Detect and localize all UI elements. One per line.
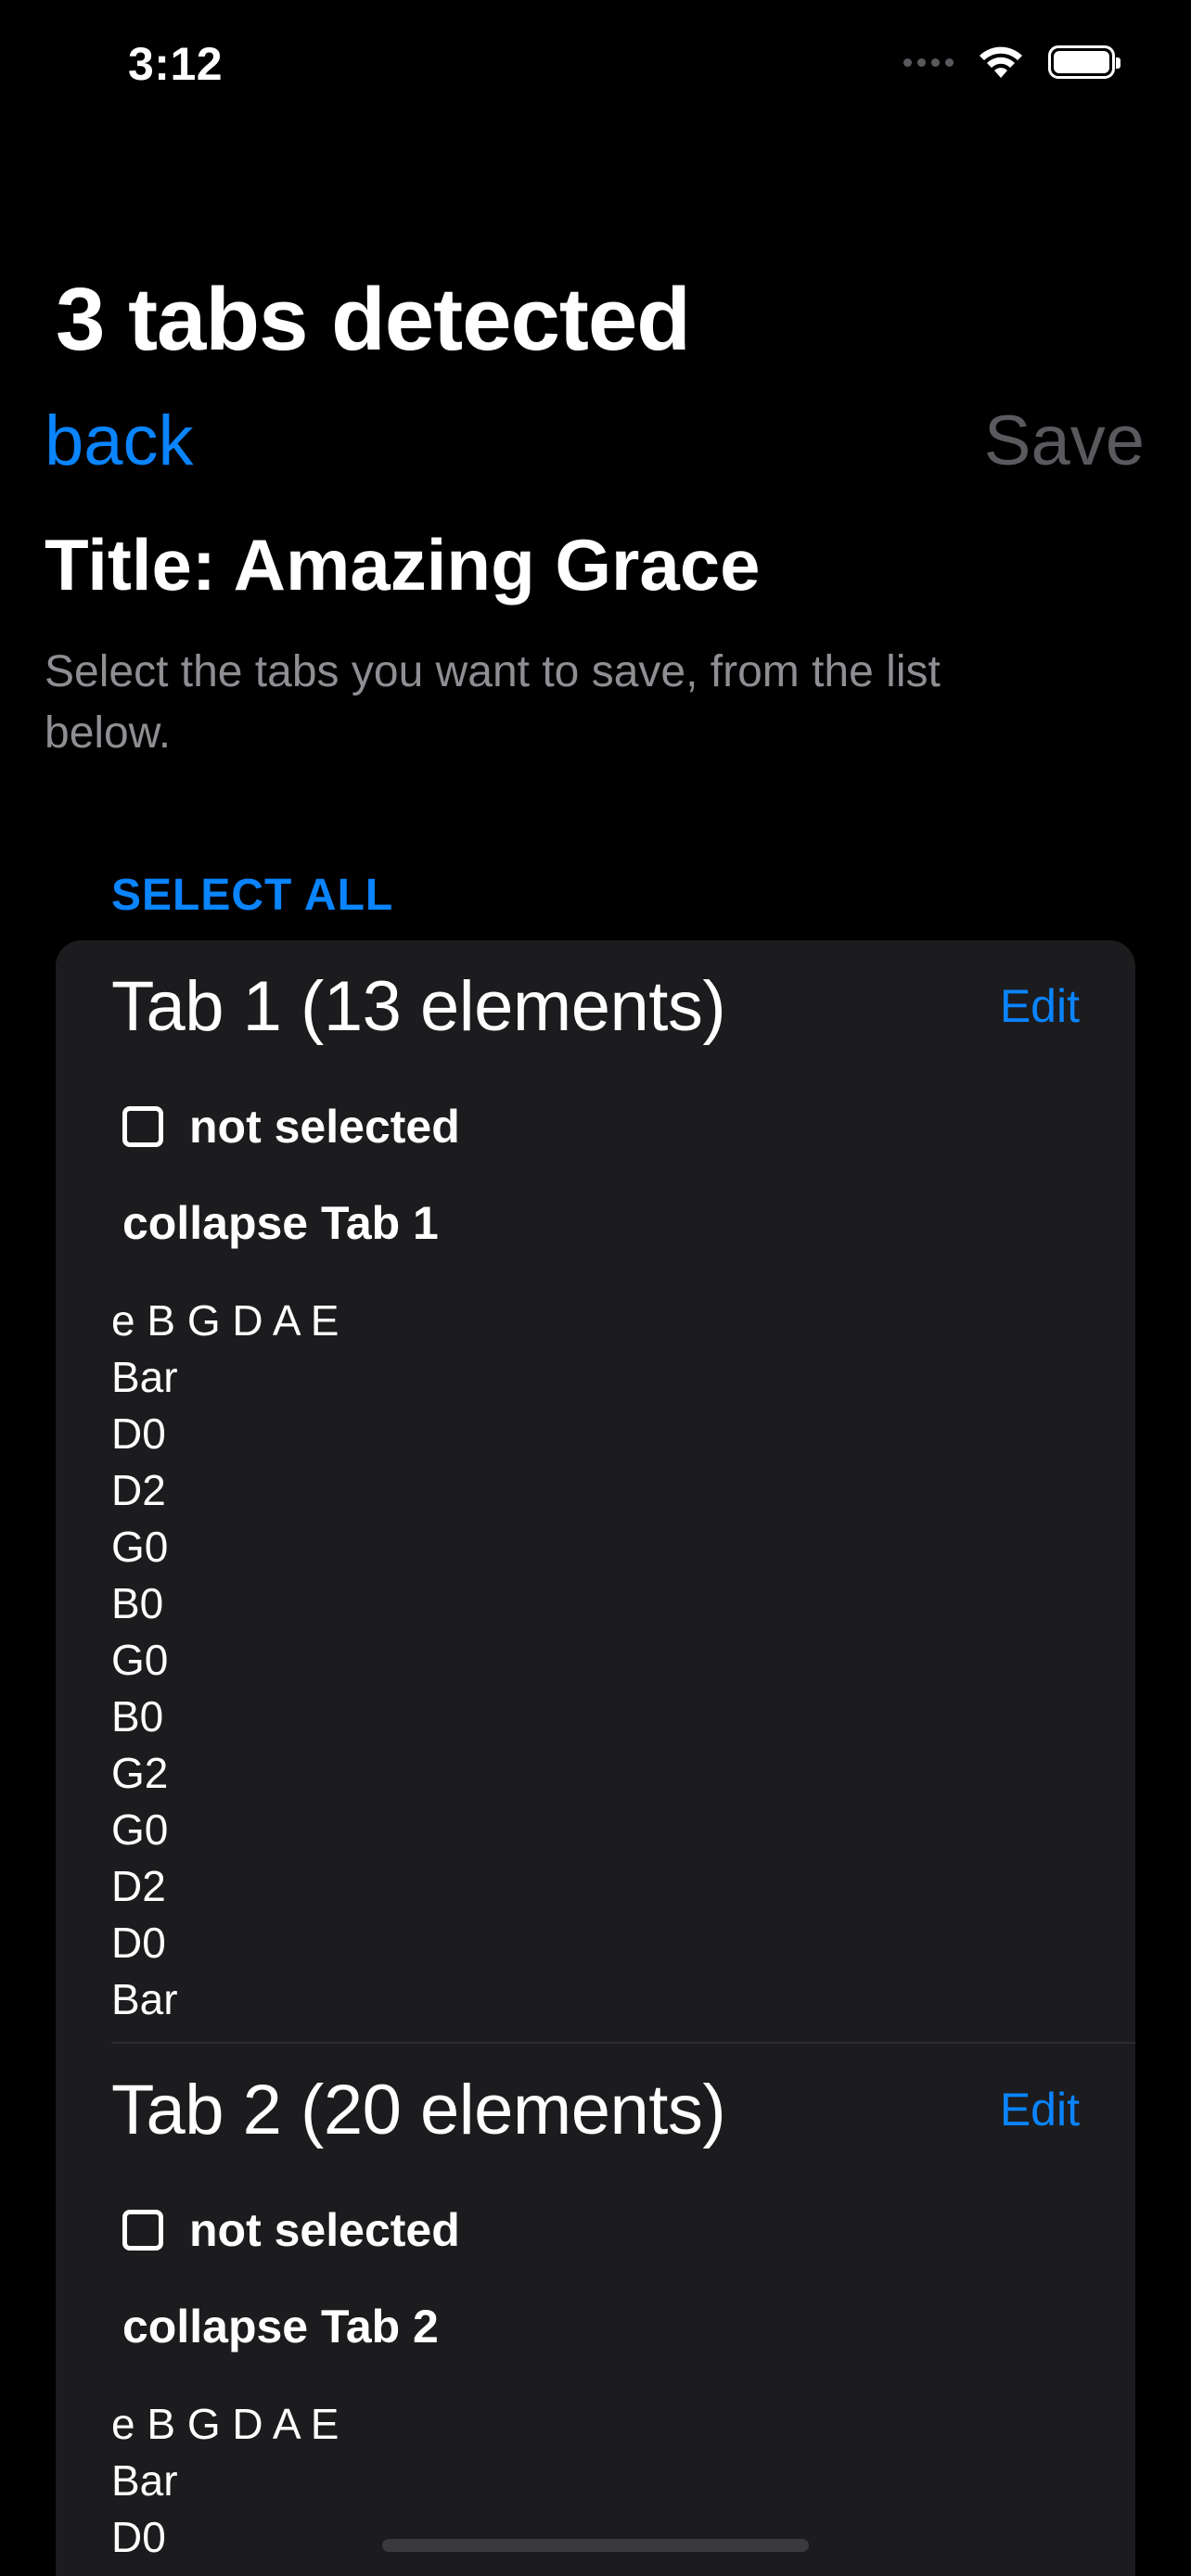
checkbox-unchecked-icon[interactable] [122, 1106, 163, 1147]
tab-line: D0 [111, 2513, 166, 2561]
tab-line: e B G D A E [111, 1296, 339, 1345]
tab-item-2: Tab 2 (20 elements) Edit not selected co… [56, 2044, 1135, 2576]
tab-header: Tab 2 (20 elements) [111, 2071, 726, 2149]
tab-line: G2 [111, 1749, 169, 1797]
status-time: 3:12 [128, 38, 224, 90]
collapse-button[interactable]: collapse Tab 1 [122, 1196, 439, 1250]
song-title: Title: Amazing Grace [45, 524, 761, 606]
tab-line: e B G D A E [111, 2400, 339, 2448]
tab-line: G0 [111, 1636, 169, 1684]
screen: 3:12 3 tabs detected back Save Title: Am… [0, 0, 1191, 2576]
tab-line: D0 [111, 1409, 166, 1458]
tabs-list: Tab 1 (13 elements) Edit not selected co… [56, 940, 1135, 2576]
home-indicator[interactable] [382, 2539, 809, 2552]
tab-line: D0 [111, 1919, 166, 1967]
instructions-text: Select the tabs you want to save, from t… [45, 647, 941, 758]
wifi-icon [980, 46, 1022, 78]
tab-item-1: Tab 1 (13 elements) Edit not selected co… [56, 940, 1135, 2042]
tab-content: e B G D A E Bar D0 D2 [111, 2396, 339, 2576]
status-icons [903, 45, 1121, 80]
select-toggle[interactable]: not selected [122, 2203, 460, 2257]
select-status-label: not selected [189, 1101, 460, 1153]
battery-icon [1048, 45, 1121, 79]
back-button[interactable]: back [45, 401, 194, 481]
tab-line: Bar [111, 2456, 178, 2505]
checkbox-unchecked-icon[interactable] [122, 2210, 163, 2251]
tab-content: e B G D A E Bar D0 D2 G0 B0 G0 B0 G2 G0 … [111, 1293, 339, 2028]
tab-line: D2 [111, 1466, 166, 1514]
tab-header: Tab 1 (13 elements) [111, 967, 726, 1046]
tab-line: D2 [111, 2566, 339, 2576]
collapse-button[interactable]: collapse Tab 2 [122, 2300, 439, 2353]
edit-button[interactable]: Edit [1000, 2083, 1080, 2136]
select-toggle[interactable]: not selected [122, 1100, 460, 1154]
tab-line: G0 [111, 1523, 169, 1571]
edit-button[interactable]: Edit [1000, 979, 1080, 1033]
tab-line: D2 [111, 1862, 166, 1910]
save-button[interactable]: Save [984, 401, 1145, 481]
page-title: 3 tabs detected [56, 270, 691, 369]
select-status-label: not selected [189, 2204, 460, 2256]
tab-line: Bar [111, 1975, 178, 2023]
tab-line: B0 [111, 1692, 164, 1741]
tab-line: G0 [111, 1805, 169, 1854]
tab-line: B0 [111, 1579, 164, 1627]
tab-line: Bar [111, 1353, 178, 1401]
select-all-button[interactable]: SELECT ALL [111, 870, 393, 921]
cellular-signal-icon [903, 57, 954, 67]
